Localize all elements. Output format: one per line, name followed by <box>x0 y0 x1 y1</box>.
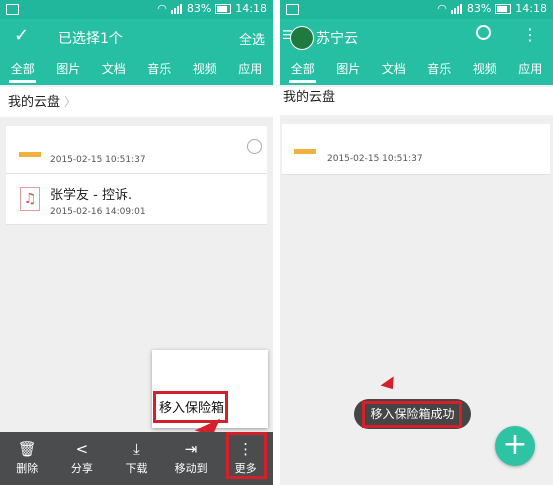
share-label: 分享 <box>70 462 93 475</box>
plus-icon: + <box>502 427 528 462</box>
main-app-bar: ☰ 苏宁云 ⋮ <box>280 19 553 55</box>
tab-all[interactable]: 全部 <box>0 55 46 85</box>
item-date: 2015-02-15 10:51:37 <box>327 154 423 164</box>
tab-images[interactable]: 图片 <box>46 55 92 85</box>
list-item[interactable]: 2015-02-15 10:51:37 <box>282 124 550 175</box>
overflow-menu-icon[interactable]: ⋮ <box>522 25 538 44</box>
suning-logo-icon <box>290 26 314 50</box>
tab-videos[interactable]: 视频 <box>462 55 508 85</box>
select-radio[interactable] <box>247 139 262 154</box>
clock: 14:18 <box>515 2 547 15</box>
tab-images[interactable]: 图片 <box>326 55 372 85</box>
tab-documents[interactable]: 文档 <box>371 55 417 85</box>
tab-all[interactable]: 全部 <box>280 55 326 85</box>
item-date: 2015-02-16 14:09:01 <box>50 207 146 217</box>
tab-apps[interactable]: 应用 <box>228 55 274 85</box>
delete-button[interactable]: 🗑 删除 <box>0 432 55 485</box>
highlight-box-more <box>226 432 267 479</box>
left-screen: ◠ 83% 14:18 ✓ 已选择1个 全选 全部 图片 文档 音乐 视频 应用… <box>0 0 273 485</box>
battery-icon <box>495 3 512 14</box>
image-notification-icon <box>286 4 299 15</box>
status-bar: ◠ 83% 14:18 <box>280 0 553 19</box>
selection-app-bar: ✓ 已选择1个 全选 <box>0 19 273 55</box>
list-item[interactable]: ♫ 张学友 - 控诉. 2015-02-16 14:09:01 <box>6 174 267 225</box>
highlight-box-menu <box>153 391 228 423</box>
check-icon[interactable]: ✓ <box>14 25 29 46</box>
share-icon: < <box>75 440 89 458</box>
trash-icon: 🗑 <box>17 440 37 458</box>
item-date: 2015-02-15 10:51:37 <box>50 155 146 165</box>
add-fab-button[interactable]: + <box>495 426 535 466</box>
tab-videos[interactable]: 视频 <box>182 55 228 85</box>
wifi-icon: ◠ <box>437 2 447 15</box>
select-all-button[interactable]: 全选 <box>239 29 265 48</box>
breadcrumb[interactable]: 我的云盘 〉 <box>0 87 273 117</box>
tab-documents[interactable]: 文档 <box>91 55 137 85</box>
tab-music[interactable]: 音乐 <box>137 55 183 85</box>
breadcrumb[interactable]: 我的云盘 <box>280 87 553 115</box>
share-button[interactable]: < 分享 <box>55 432 110 485</box>
folder-icon <box>19 152 41 157</box>
delete-label: 删除 <box>16 462 39 475</box>
clock: 14:18 <box>235 2 267 15</box>
tab-music[interactable]: 音乐 <box>417 55 463 85</box>
move-icon: ⇥ <box>184 440 198 458</box>
battery-icon <box>215 3 232 14</box>
search-icon[interactable] <box>476 25 491 40</box>
battery-percent: 83% <box>466 2 492 15</box>
music-file-icon: ♫ <box>20 187 40 211</box>
signal-icon <box>170 3 183 14</box>
list-item[interactable]: 2015-02-15 10:51:37 <box>6 126 267 174</box>
category-tabs: 全部 图片 文档 音乐 视频 应用 <box>0 55 273 85</box>
pointer-arrow <box>380 376 400 394</box>
tab-apps[interactable]: 应用 <box>508 55 553 85</box>
breadcrumb-label: 我的云盘 <box>8 95 61 110</box>
selection-title: 已选择1个 <box>58 31 123 47</box>
wifi-icon: ◠ <box>157 2 167 15</box>
move-label: 移动到 <box>174 462 208 475</box>
menu-item-partial[interactable] <box>152 350 268 380</box>
status-bar: ◠ 83% 14:18 <box>0 0 273 19</box>
move-to-button[interactable]: ⇥ 移动到 <box>164 432 219 485</box>
app-title: 苏宁云 <box>316 31 358 47</box>
folder-icon <box>294 149 316 154</box>
item-name: 张学友 - 控诉. <box>50 188 133 203</box>
image-notification-icon <box>6 4 19 15</box>
download-button[interactable]: ⤓ 下载 <box>109 432 164 485</box>
category-tabs: 全部 图片 文档 音乐 视频 应用 <box>280 55 553 85</box>
signal-icon <box>450 3 463 14</box>
battery-percent: 83% <box>186 2 212 15</box>
download-icon: ⤓ <box>133 440 140 458</box>
highlight-box-toast <box>362 401 462 428</box>
breadcrumb-chevron-icon: 〉 <box>64 95 77 109</box>
breadcrumb-label: 我的云盘 <box>283 90 336 105</box>
download-label: 下载 <box>125 462 148 475</box>
